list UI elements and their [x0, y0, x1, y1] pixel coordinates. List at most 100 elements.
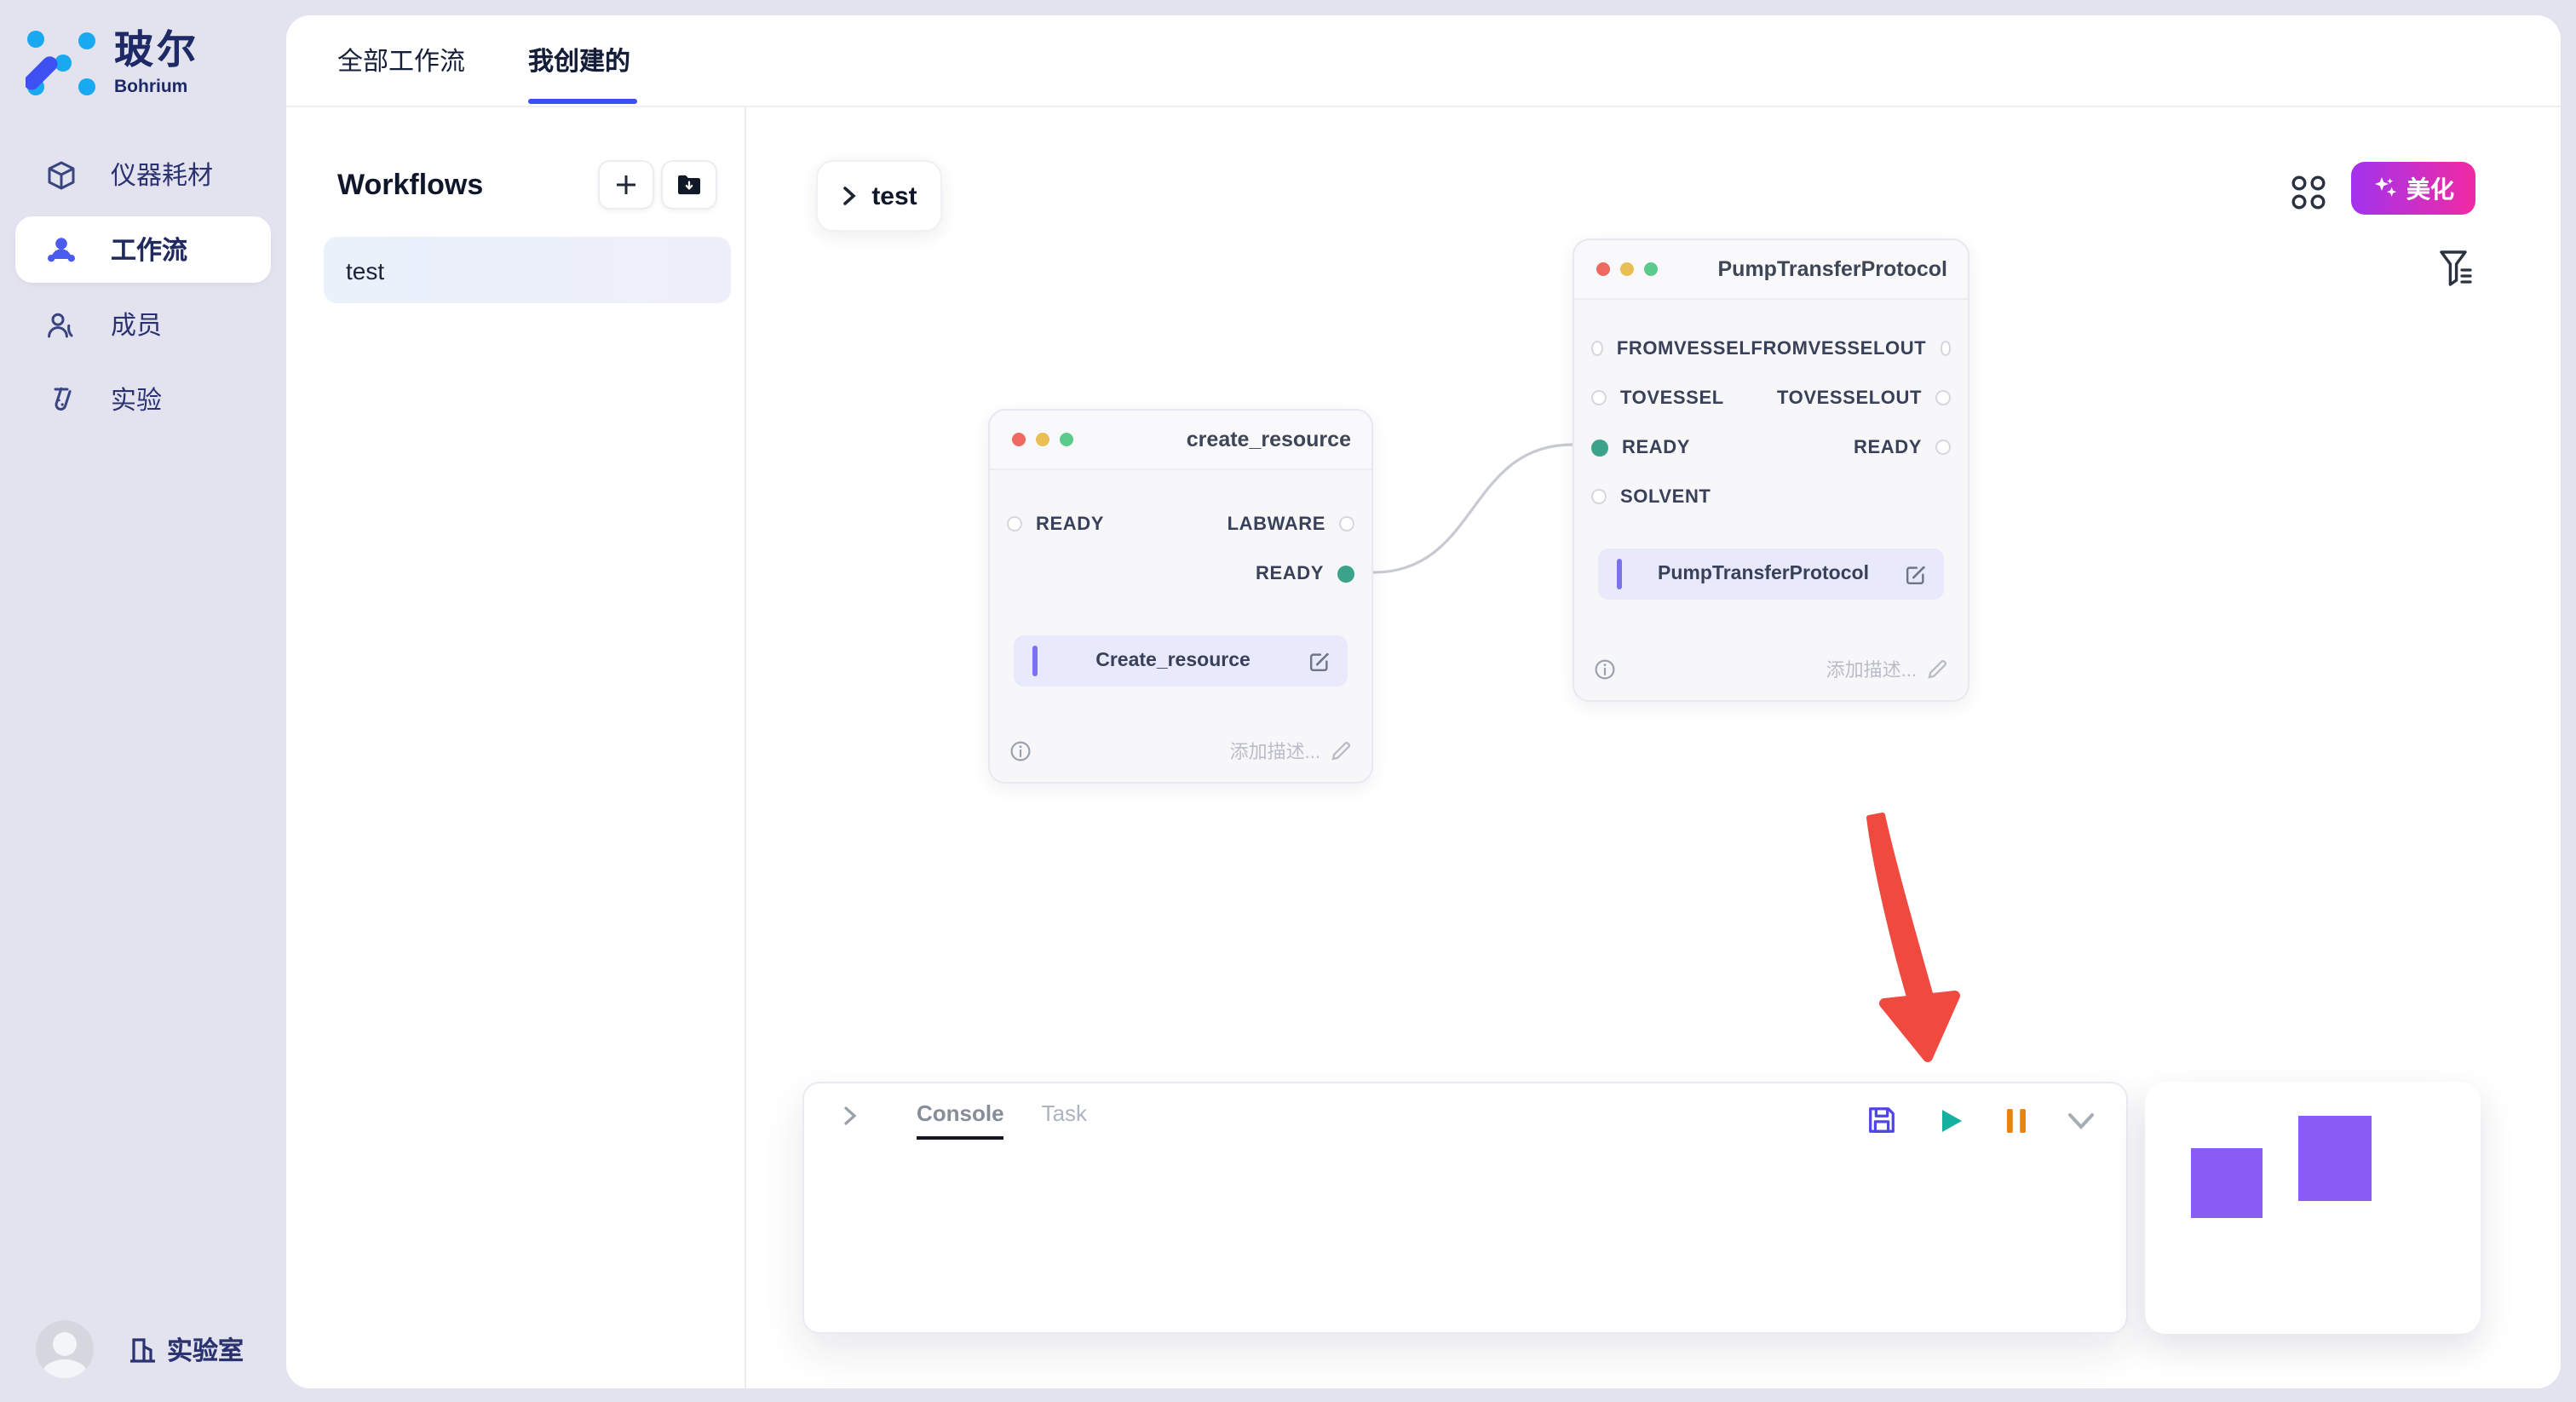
output-port-circle[interactable] [1337, 565, 1354, 582]
task-tab[interactable]: Task [1042, 1100, 1087, 1140]
node-header: create_resource [990, 411, 1371, 470]
port-label: TOVESSELOUT [1777, 388, 1922, 408]
command-layout-icon[interactable] [2288, 172, 2329, 213]
app-root: 玻尔 Bohrium 仪器耗材 工作流 [0, 0, 2576, 1402]
breadcrumb[interactable]: test [816, 160, 942, 232]
node-pump-transfer-protocol[interactable]: PumpTransferProtocol FROMVESSEL FROMVESS… [1573, 238, 1969, 702]
node-header: PumpTransferProtocol [1574, 240, 1968, 300]
filter-funnel-icon[interactable] [2438, 249, 2475, 290]
output-port-circle[interactable] [1935, 390, 1951, 405]
package-icon [46, 159, 77, 190]
input-port-circle[interactable] [1007, 516, 1022, 531]
node-create-resource[interactable]: create_resource READY LABWARE [988, 409, 1373, 784]
workflow-people-icon [46, 234, 77, 265]
building-icon [128, 1335, 157, 1364]
breadcrumb-label: test [871, 181, 917, 210]
edit-icon[interactable] [1308, 650, 1331, 672]
plus-icon [615, 174, 637, 196]
workflow-list-panel: Workflows test [286, 107, 746, 1388]
output-port-circle[interactable] [1940, 341, 1951, 356]
port-row: FROMVESSEL FROMVESSELOUT [1574, 324, 1968, 373]
port-row: READY READY [1574, 422, 1968, 472]
console-tab[interactable]: Console [917, 1100, 1004, 1140]
add-workflow-button[interactable] [598, 160, 654, 210]
input-port-circle[interactable] [1591, 341, 1603, 356]
port-label: READY [1854, 437, 1922, 457]
info-icon[interactable] [1595, 659, 1615, 680]
collapse-chevron-right-icon[interactable] [842, 1105, 859, 1125]
workspace-switcher[interactable]: 实验室 [128, 1331, 244, 1367]
sidebar-item-workflow[interactable]: 工作流 [15, 216, 271, 283]
pencil-icon [1331, 741, 1351, 761]
sidebar-item-experiments[interactable]: 实验 [15, 366, 271, 433]
brand-name-en: Bohrium [114, 77, 199, 97]
save-icon[interactable] [1866, 1104, 1898, 1136]
sidebar-item-label: 成员 [111, 307, 162, 342]
sidebar-footer: 实验室 [36, 1320, 244, 1378]
run-play-icon[interactable] [1935, 1105, 1966, 1135]
port-row: READY LABWARE [990, 499, 1371, 549]
tab-label: 我创建的 [528, 43, 630, 78]
tab-my-created[interactable]: 我创建的 [528, 15, 630, 106]
node-footer: 添加描述... [1010, 738, 1351, 765]
node-description-field[interactable]: 添加描述... [1230, 738, 1351, 765]
node-pill[interactable]: PumpTransferProtocol [1598, 549, 1944, 600]
traffic-dots-icon [1012, 433, 1073, 446]
brand-name-zh: 玻尔 [114, 27, 199, 72]
port-row: READY [990, 549, 1371, 598]
port-label: FROMVESSELOUT [1751, 338, 1926, 359]
members-icon [46, 309, 77, 340]
port-label: TOVESSEL [1620, 388, 1724, 408]
sidebar-item-label: 实验 [111, 382, 162, 417]
input-port-circle[interactable] [1591, 489, 1607, 504]
port-label: FROMVESSEL [1617, 338, 1751, 359]
annotation-arrow-head [1884, 996, 1955, 1057]
port-label: LABWARE [1228, 514, 1325, 534]
minimap-node-rect [2298, 1116, 2372, 1201]
description-placeholder: 添加描述... [1826, 656, 1917, 683]
sidebar: 玻尔 Bohrium 仪器耗材 工作流 [0, 0, 286, 1402]
port-label: SOLVENT [1620, 486, 1711, 507]
info-icon[interactable] [1010, 741, 1031, 761]
node-footer: 添加描述... [1595, 656, 1947, 683]
description-placeholder: 添加描述... [1230, 738, 1320, 765]
node-title: create_resource [1073, 428, 1351, 451]
workflow-tabbar: 全部工作流 我创建的 [286, 15, 2561, 107]
sparkles-icon [2372, 175, 2398, 201]
beautify-button[interactable]: 美化 [2351, 162, 2475, 215]
port-label: READY [1036, 514, 1104, 534]
sidebar-nav: 仪器耗材 工作流 成员 实验 [15, 141, 271, 433]
user-avatar[interactable] [36, 1320, 94, 1378]
pause-icon[interactable] [2004, 1105, 2029, 1135]
port-label: READY [1622, 437, 1690, 457]
panel-title: Workflows [337, 169, 483, 203]
sidebar-item-instruments[interactable]: 仪器耗材 [15, 141, 271, 208]
main-content: 全部工作流 我创建的 Workflows [286, 15, 2561, 1388]
brand-logo: 玻尔 Bohrium [26, 27, 199, 99]
sidebar-item-label: 工作流 [111, 232, 187, 267]
bohrium-logo-icon [26, 27, 97, 99]
input-port-circle[interactable] [1591, 439, 1608, 456]
folder-download-icon [676, 174, 702, 196]
pill-label: Create_resource [1038, 651, 1308, 671]
traffic-dots-icon [1596, 262, 1658, 276]
console-actions [1866, 1104, 2096, 1136]
pill-label: PumpTransferProtocol [1622, 564, 1905, 584]
chevron-right-icon [841, 186, 856, 206]
node-pill[interactable]: Create_resource [1014, 635, 1348, 687]
edit-icon[interactable] [1905, 563, 1927, 585]
tab-all-workflows[interactable]: 全部工作流 [337, 15, 465, 106]
workflow-list-item-test[interactable]: test [324, 237, 731, 303]
sidebar-item-members[interactable]: 成员 [15, 291, 271, 358]
port-label: READY [1256, 563, 1324, 583]
flow-canvas[interactable]: test 美化 [746, 107, 2561, 1388]
output-port-circle[interactable] [1935, 440, 1951, 455]
node-description-field[interactable]: 添加描述... [1826, 656, 1947, 683]
pencil-icon [1927, 659, 1947, 680]
chevron-down-icon[interactable] [2067, 1110, 2096, 1130]
minimap[interactable] [2145, 1082, 2481, 1334]
import-folder-button[interactable] [661, 160, 717, 210]
output-port-circle[interactable] [1339, 516, 1354, 531]
annotation-arrow-shaft [1869, 815, 1931, 1003]
input-port-circle[interactable] [1591, 390, 1607, 405]
